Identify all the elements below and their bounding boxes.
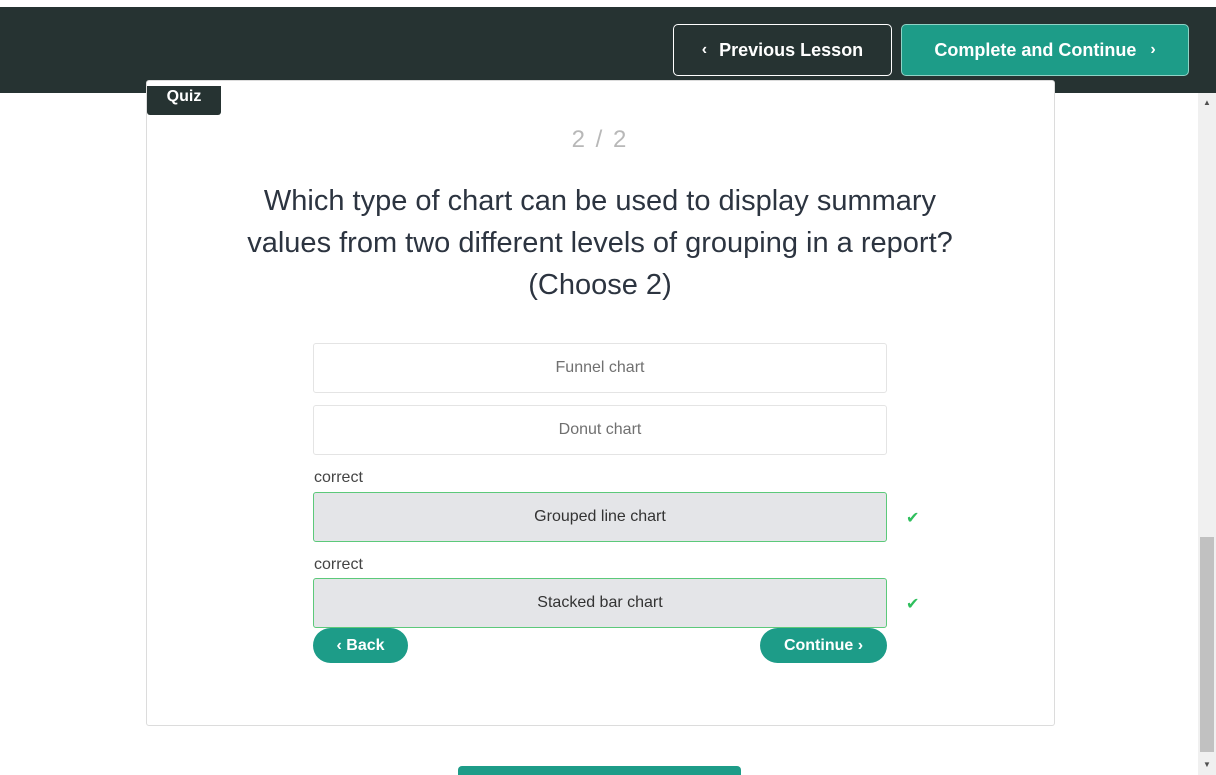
chevron-right-icon: › xyxy=(1150,41,1156,58)
chevron-left-icon: ‹ xyxy=(701,41,708,58)
complete-and-continue-label: Complete and Continue xyxy=(934,39,1137,60)
answer-option-donut-chart[interactable]: Donut chart xyxy=(313,405,887,455)
question-counter: 2 / 2 xyxy=(571,126,629,153)
answer-option-label: Stacked bar chart xyxy=(537,594,663,611)
quiz-tag: Quiz xyxy=(147,86,221,115)
continue-button[interactable]: Continue › xyxy=(760,628,887,663)
previous-lesson-button[interactable]: ‹ Previous Lesson xyxy=(673,24,892,76)
scrollbar-thumb[interactable] xyxy=(1200,537,1214,752)
checkmark-icon: ✔ xyxy=(906,596,920,613)
scroll-down-arrow-icon[interactable]: ▼ xyxy=(1198,757,1216,773)
vertical-scrollbar[interactable]: ▲ ▼ xyxy=(1198,93,1216,775)
correct-label: correct xyxy=(314,556,363,573)
answer-option-grouped-line-chart[interactable]: Grouped line chart xyxy=(313,492,887,542)
answer-option-label: Funnel chart xyxy=(555,359,645,376)
answer-option-label: Grouped line chart xyxy=(534,508,666,525)
question-text: Which type of chart can be used to displ… xyxy=(247,185,953,301)
checkmark-icon: ✔ xyxy=(906,510,920,527)
quiz-card xyxy=(146,80,1055,726)
answer-option-stacked-bar-chart[interactable]: Stacked bar chart xyxy=(313,578,887,628)
complete-and-continue-button[interactable]: Complete and Continue › xyxy=(901,24,1189,76)
bottom-action-button[interactable] xyxy=(458,766,741,775)
correct-label: correct xyxy=(314,469,363,486)
scroll-up-arrow-icon[interactable]: ▲ xyxy=(1198,95,1216,111)
answer-option-funnel-chart[interactable]: Funnel chart xyxy=(313,343,887,393)
previous-lesson-label: Previous Lesson xyxy=(719,39,864,60)
answer-option-label: Donut chart xyxy=(558,421,642,438)
back-button[interactable]: ‹ Back xyxy=(313,628,408,663)
